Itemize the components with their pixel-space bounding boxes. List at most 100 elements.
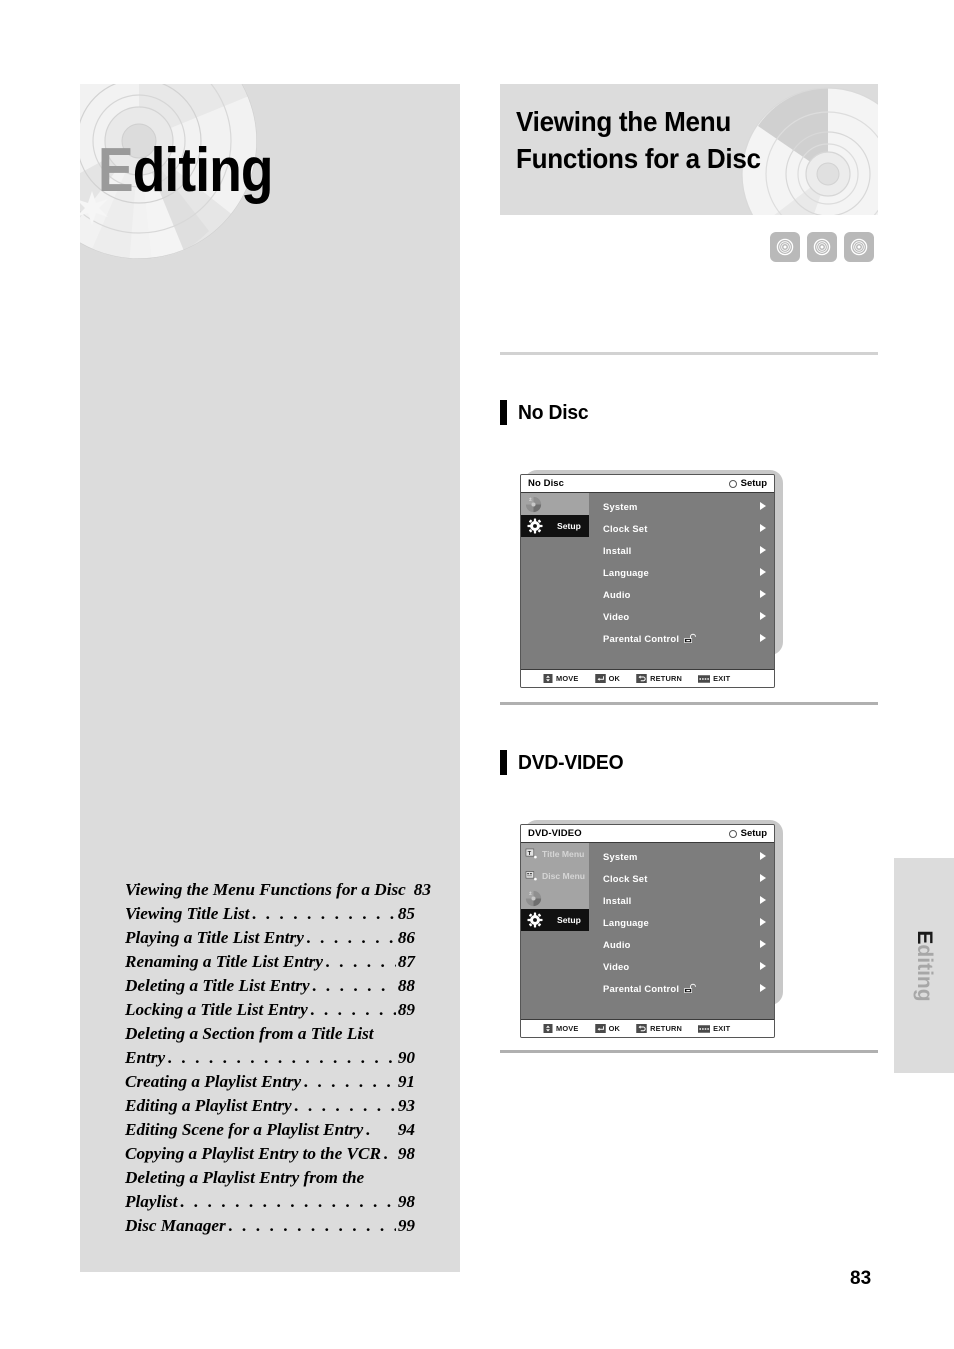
osd-sidebar-item-disc-menu[interactable]: Disc Menu xyxy=(521,865,589,887)
chevron-right-icon xyxy=(760,984,766,992)
osd-sidebar-item-setup[interactable]: Setup xyxy=(521,909,589,931)
toc-entry-page: 91 xyxy=(397,1072,415,1091)
osd-sidebar-item[interactable]: ± xyxy=(521,493,589,515)
osd-menu-item-content: Install xyxy=(603,895,632,906)
osd-hint-move: MOVE xyxy=(543,674,579,683)
toc-entry[interactable]: Entry. . . . . . . . . . . . . . . . . .… xyxy=(125,1046,415,1070)
disc-icon xyxy=(850,238,868,256)
toc-entry[interactable]: Deleting a Section from a Title List xyxy=(125,1022,415,1046)
osd-menu-item-system[interactable]: System xyxy=(589,845,774,867)
toc-entry-page: 94 xyxy=(397,1120,415,1139)
toc-entry[interactable]: Locking a Title List Entry. . . . . . .8… xyxy=(125,998,415,1022)
osd-menu-item-install[interactable]: Install xyxy=(589,539,774,561)
disc-menu-icon xyxy=(525,870,537,880)
toc-entry[interactable]: Deleting a Title List Entry. . . . . . 88 xyxy=(125,974,415,998)
osd-sidebar-item-title-menu[interactable]: T Title Menu xyxy=(521,843,589,865)
disc-pie-icon: ± xyxy=(525,890,542,906)
toc-entry[interactable]: Renaming a Title List Entry. . . . . . .… xyxy=(125,950,415,974)
toc-entry[interactable]: Editing Scene for a Playlist Entry. 94 xyxy=(125,1118,415,1142)
toc-entry[interactable]: Viewing the Menu Functions for a Disc 83 xyxy=(125,878,431,902)
divider xyxy=(500,702,878,705)
page-title-line-1: Viewing the Menu xyxy=(516,106,731,137)
osd-sidebar-filler xyxy=(521,603,589,625)
osd-menu-item-content: System xyxy=(603,501,638,512)
osd-menu-item-parental-control[interactable]: Parental Control xyxy=(589,627,774,649)
toc-entry[interactable]: Playing a Title List Entry. . . . . . . … xyxy=(125,926,415,950)
osd-menu-item-label: Install xyxy=(603,894,632,906)
toc-entry-label: Deleting a Section from a Title List xyxy=(125,1024,374,1043)
osd-menu-item-label: System xyxy=(603,500,638,512)
osd-hint-ok: OK xyxy=(594,1024,621,1033)
toc-entry-page: 87 xyxy=(397,952,415,971)
toc-entry-label: Renaming a Title List Entry xyxy=(125,952,323,971)
toc-entry[interactable]: Viewing Title List. . . . . . . . . . . … xyxy=(125,902,415,926)
chevron-right-icon xyxy=(760,962,766,970)
osd-hint-label: OK xyxy=(608,674,621,683)
toc-entry[interactable]: Editing a Playlist Entry. . . . . . . . … xyxy=(125,1094,415,1118)
osd-menu-item-install[interactable]: Install xyxy=(589,889,774,911)
chevron-right-icon xyxy=(760,546,766,554)
osd-sidebar-item-setup[interactable]: Setup xyxy=(521,515,589,537)
chapter-side-tab: Editing xyxy=(894,858,954,1073)
osd-screen-no-disc: No Disc Setup ± Setup System Clock Set Inst… xyxy=(520,474,775,688)
toc-entry[interactable]: Creating a Playlist Entry. . . . . . . .… xyxy=(125,1070,415,1094)
osd-menu-item-label: Video xyxy=(603,960,630,972)
osd-body: ± Setup System Clock Set Install Language Aud… xyxy=(521,493,774,669)
toc-entry-page: 89 xyxy=(397,1000,415,1019)
osd-sidebar-filler xyxy=(521,581,589,603)
chapter-title-initial: E xyxy=(98,136,134,205)
osd-menu-list: System Clock Set Install Language Audio Video… xyxy=(589,493,774,669)
toc-entry-page: 90 xyxy=(397,1048,415,1067)
toc-entry-page: 83 xyxy=(413,880,431,899)
osd-hint-label: RETURN xyxy=(650,674,683,683)
osd-menu-item-label: Clock Set xyxy=(603,872,648,884)
chevron-right-icon xyxy=(760,940,766,948)
toc-entry[interactable]: Copying a Playlist Entry to the VCR. 98 xyxy=(125,1142,415,1166)
toc-entry[interactable]: Playlist. . . . . . . . . . . . . . . . … xyxy=(125,1190,415,1214)
osd-menu-item-system[interactable]: System xyxy=(589,495,774,517)
osd-menu-item-language[interactable]: Language xyxy=(589,911,774,933)
osd-hint-move: MOVE xyxy=(543,1024,579,1033)
osd-sidebar-filler xyxy=(521,931,589,953)
osd-menu-item-audio[interactable]: Audio xyxy=(589,933,774,955)
osd-menu-item-content: Language xyxy=(603,917,649,928)
osd-menu-item-label: Video xyxy=(603,610,630,622)
osd-sidebar-item-label: Setup xyxy=(557,521,581,531)
toc-entry-label: Copying a Playlist Entry to the VCR xyxy=(125,1144,381,1163)
osd-menu-item-label: Clock Set xyxy=(603,522,648,534)
osd-menu-item-label: Install xyxy=(603,544,632,556)
osd-menu-item-label: Audio xyxy=(603,938,631,950)
toc-entry-label: Locking a Title List Entry xyxy=(125,1000,308,1019)
toc-dot-leader: . . . . . . . . . . . . . . . . . . . xyxy=(168,1048,396,1067)
toc-dot-leader: . . . . . . . . . xyxy=(294,1096,396,1115)
toc-entry[interactable]: Deleting a Playlist Entry from the xyxy=(125,1166,415,1190)
osd-sidebar-filler xyxy=(521,625,589,647)
osd-sidebar-filler xyxy=(521,559,589,581)
osd-hint-ok: OK xyxy=(594,674,621,683)
osd-menu-item-parental-control[interactable]: Parental Control xyxy=(589,977,774,999)
osd-hint-label: MOVE xyxy=(556,1024,579,1033)
osd-hint-return: RETURN xyxy=(636,674,682,683)
osd-menu-item-language[interactable]: Language xyxy=(589,561,774,583)
osd-disc-state: No Disc xyxy=(528,478,565,489)
osd-button-hints: MOVE OK RETURN EXIT xyxy=(521,1019,774,1037)
osd-menu-item-clock-set[interactable]: Clock Set xyxy=(589,517,774,539)
osd-menu-item-clock-set[interactable]: Clock Set xyxy=(589,867,774,889)
osd-menu-item-content: Clock Set xyxy=(603,873,648,884)
osd-menu-item-audio[interactable]: Audio xyxy=(589,583,774,605)
toc-entry[interactable]: Disc Manager. . . . . . . . . . . . . . … xyxy=(125,1214,415,1238)
osd-menu-item-video[interactable]: Video xyxy=(589,955,774,977)
osd-sidebar-item-label: Setup xyxy=(557,915,581,925)
disc-type-badges xyxy=(770,232,874,262)
osd-menu-item-content: Video xyxy=(603,961,629,972)
osd-menu-item-label: System xyxy=(603,850,638,862)
enter-key-icon xyxy=(594,1024,606,1033)
toc-dot-leader: . xyxy=(383,1144,391,1163)
osd-hint-return: RETURN xyxy=(636,1024,682,1033)
osd-menu-item-video[interactable]: Video xyxy=(589,605,774,627)
setup-ring-icon xyxy=(728,479,737,488)
disc-badge xyxy=(844,232,874,262)
osd-title-bar: No Disc Setup xyxy=(521,475,774,493)
heading-bullet-bar xyxy=(500,750,507,775)
osd-sidebar-item[interactable]: ± xyxy=(521,887,589,909)
